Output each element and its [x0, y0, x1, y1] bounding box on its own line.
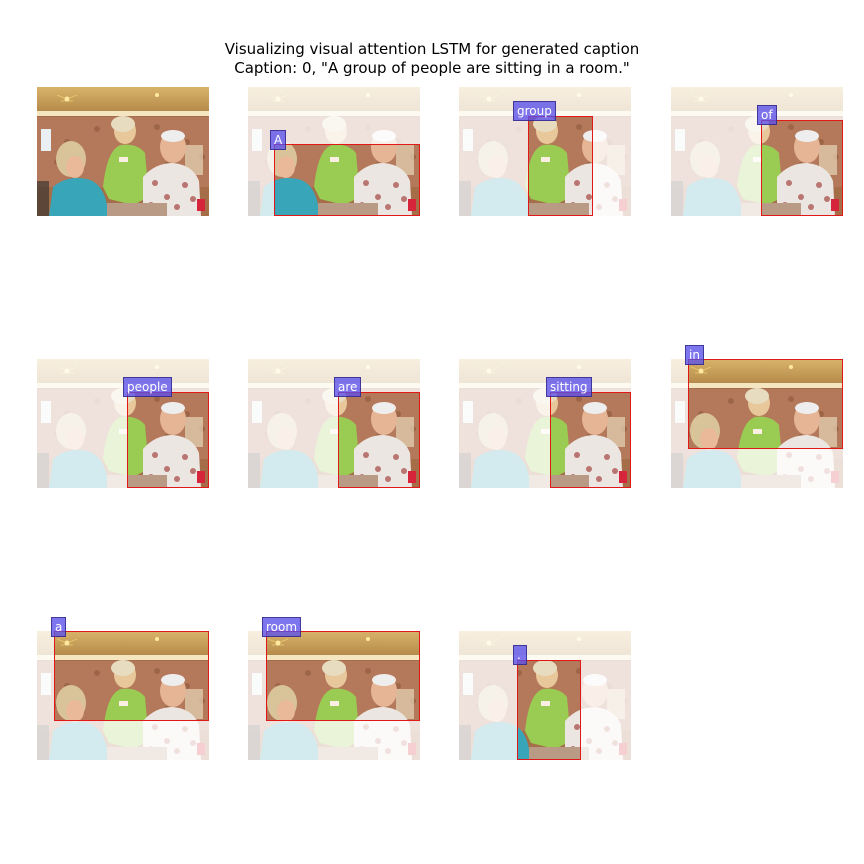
attention-panel: a [37, 617, 209, 760]
attended-crop [275, 145, 419, 215]
caption-word-label: A [270, 130, 287, 150]
attention-region [274, 144, 420, 216]
attended-crop [267, 632, 419, 720]
caption-word-label: sitting [546, 377, 592, 397]
attended-crop [762, 121, 842, 215]
attention-region [550, 392, 631, 488]
caption-word-label: group [513, 101, 556, 121]
attended-crop [128, 393, 208, 487]
attended-crop [55, 632, 208, 720]
attention-panel: group [459, 87, 631, 216]
original-image-panel [37, 87, 209, 216]
attention-region [54, 631, 209, 721]
source-photo [37, 87, 209, 216]
caption-word-label: . [513, 645, 527, 665]
figure-title: Visualizing visual attention LSTM for ge… [0, 40, 864, 78]
attention-panel: room [248, 617, 420, 760]
attention-region [688, 359, 843, 449]
attended-crop [529, 117, 592, 215]
attention-region [761, 120, 843, 216]
caption-word-label: in [685, 345, 704, 365]
attended-crop [689, 360, 842, 448]
attention-panel: people [37, 359, 209, 488]
attention-region [266, 631, 420, 721]
attention-panel: of [671, 87, 843, 216]
caption-word-label: room [262, 617, 302, 637]
attended-crop [551, 393, 630, 487]
attention-panel: A [248, 87, 420, 216]
attended-crop [339, 393, 419, 487]
caption-word-label: a [51, 617, 67, 637]
title-line-1: Visualizing visual attention LSTM for ge… [224, 40, 640, 58]
attention-region [528, 116, 593, 216]
attention-region [517, 660, 581, 760]
attention-region [127, 392, 209, 488]
title-line-2: Caption: 0, "A group of people are sitti… [234, 59, 630, 77]
attention-panel: . [459, 631, 631, 760]
caption-word-label: people [123, 377, 172, 397]
attention-panel: are [248, 359, 420, 488]
attention-region [338, 392, 420, 488]
caption-word-label: of [757, 105, 777, 125]
attended-crop [518, 661, 580, 759]
attention-panel: sitting [459, 359, 631, 488]
attention-panel: in [671, 345, 843, 488]
caption-word-label: are [334, 377, 362, 397]
